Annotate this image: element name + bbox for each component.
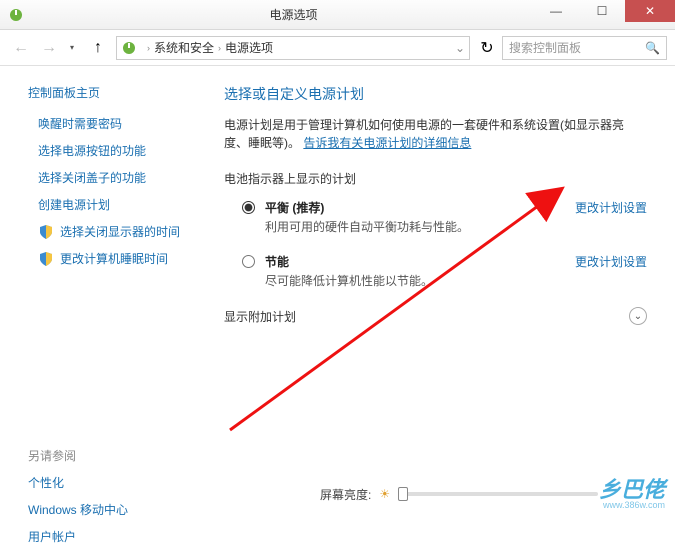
- shield-icon: [38, 251, 54, 267]
- change-plan-settings-link[interactable]: 更改计划设置: [575, 253, 647, 270]
- chevron-down-icon[interactable]: ⌄: [629, 307, 647, 325]
- breadcrumb[interactable]: › 系统和安全 › 电源选项 ⌄: [116, 36, 470, 60]
- plan-desc: 尽可能降低计算机性能以节能。: [265, 272, 563, 289]
- see-also-heading: 另请参阅: [28, 447, 190, 464]
- sidebar-item-sleep-time[interactable]: 更改计算机睡眠时间: [38, 250, 190, 267]
- see-also-mobility-center[interactable]: Windows 移动中心: [28, 501, 190, 518]
- sidebar: 控制面板主页 唤醒时需要密码 选择电源按钮的功能 选择关闭盖子的功能 创建电源计…: [0, 66, 200, 516]
- refresh-icon: ↻: [480, 38, 493, 58]
- change-plan-settings-link[interactable]: 更改计划设置: [575, 199, 647, 216]
- arrow-up-icon: ↑: [94, 39, 102, 57]
- sidebar-item-create-plan[interactable]: 创建电源计划: [38, 196, 190, 213]
- brightness-label: 屏幕亮度:: [320, 486, 371, 503]
- sidebar-heading[interactable]: 控制面板主页: [28, 84, 190, 101]
- search-icon: 🔍: [645, 41, 660, 55]
- titlebar: 电源选项 — ☐ ✕: [0, 0, 675, 30]
- chevron-down-icon[interactable]: ⌄: [455, 41, 465, 55]
- sidebar-item-wake-password[interactable]: 唤醒时需要密码: [38, 115, 190, 132]
- refresh-button[interactable]: ↻: [476, 37, 498, 59]
- forward-button[interactable]: →: [36, 35, 62, 61]
- brightness-slider[interactable]: [398, 492, 598, 496]
- see-also-personalization[interactable]: 个性化: [28, 474, 190, 491]
- search-placeholder: 搜索控制面板: [509, 39, 581, 56]
- power-options-icon: [121, 40, 137, 56]
- up-button[interactable]: ↑: [86, 36, 110, 60]
- minimize-button[interactable]: —: [533, 0, 579, 22]
- see-also-user-accounts[interactable]: 用户帐户: [28, 528, 190, 545]
- arrow-right-icon: →: [41, 39, 57, 57]
- page-title: 选择或自定义电源计划: [224, 84, 647, 104]
- plan-name[interactable]: 节能: [265, 253, 563, 270]
- brightness-bar: 屏幕亮度: ☀: [200, 480, 665, 508]
- page-description: 电源计划是用于管理计算机如何使用电源的一套硬件和系统设置(如显示器亮度、睡眠等)…: [224, 116, 647, 152]
- sidebar-item-lid-close[interactable]: 选择关闭盖子的功能: [38, 169, 190, 186]
- radio-power-saver[interactable]: [242, 255, 255, 268]
- breadcrumb-item[interactable]: 系统和安全: [154, 39, 214, 56]
- back-button[interactable]: ←: [8, 35, 34, 61]
- sun-dim-icon: ☀: [379, 487, 390, 501]
- plan-balanced: 平衡 (推荐) 利用可用的硬件自动平衡功耗与性能。 更改计划设置: [224, 199, 647, 235]
- arrow-left-icon: ←: [13, 39, 29, 57]
- section-heading-battery-plans: 电池指示器上显示的计划: [224, 170, 647, 187]
- breadcrumb-item[interactable]: 电源选项: [225, 39, 273, 56]
- show-additional-plans[interactable]: 显示附加计划 ⌄: [224, 307, 647, 325]
- shield-icon: [38, 224, 54, 240]
- slider-thumb[interactable]: [398, 487, 408, 501]
- plan-name[interactable]: 平衡 (推荐): [265, 199, 563, 216]
- expand-label: 显示附加计划: [224, 308, 296, 325]
- radio-balanced[interactable]: [242, 201, 255, 214]
- plan-desc: 利用可用的硬件自动平衡功耗与性能。: [265, 218, 563, 235]
- history-dropdown-icon[interactable]: ▾: [70, 43, 74, 52]
- breadcrumb-sep-icon: ›: [218, 43, 221, 53]
- sidebar-item-display-off[interactable]: 选择关闭显示器的时间: [38, 223, 190, 240]
- search-input[interactable]: 搜索控制面板 🔍: [502, 36, 667, 60]
- close-button[interactable]: ✕: [625, 0, 675, 22]
- breadcrumb-sep-icon: ›: [147, 43, 150, 53]
- maximize-button[interactable]: ☐: [579, 0, 625, 22]
- learn-more-link[interactable]: 告诉我有关电源计划的详细信息: [303, 136, 471, 150]
- toolbar: ← → ▾ ↑ › 系统和安全 › 电源选项 ⌄ ↻ 搜索控制面板 🔍: [0, 30, 675, 66]
- content: 选择或自定义电源计划 电源计划是用于管理计算机如何使用电源的一套硬件和系统设置(…: [200, 66, 675, 516]
- sidebar-item-power-button[interactable]: 选择电源按钮的功能: [38, 142, 190, 159]
- window-buttons: — ☐ ✕: [533, 0, 675, 22]
- plan-power-saver: 节能 尽可能降低计算机性能以节能。 更改计划设置: [224, 253, 647, 289]
